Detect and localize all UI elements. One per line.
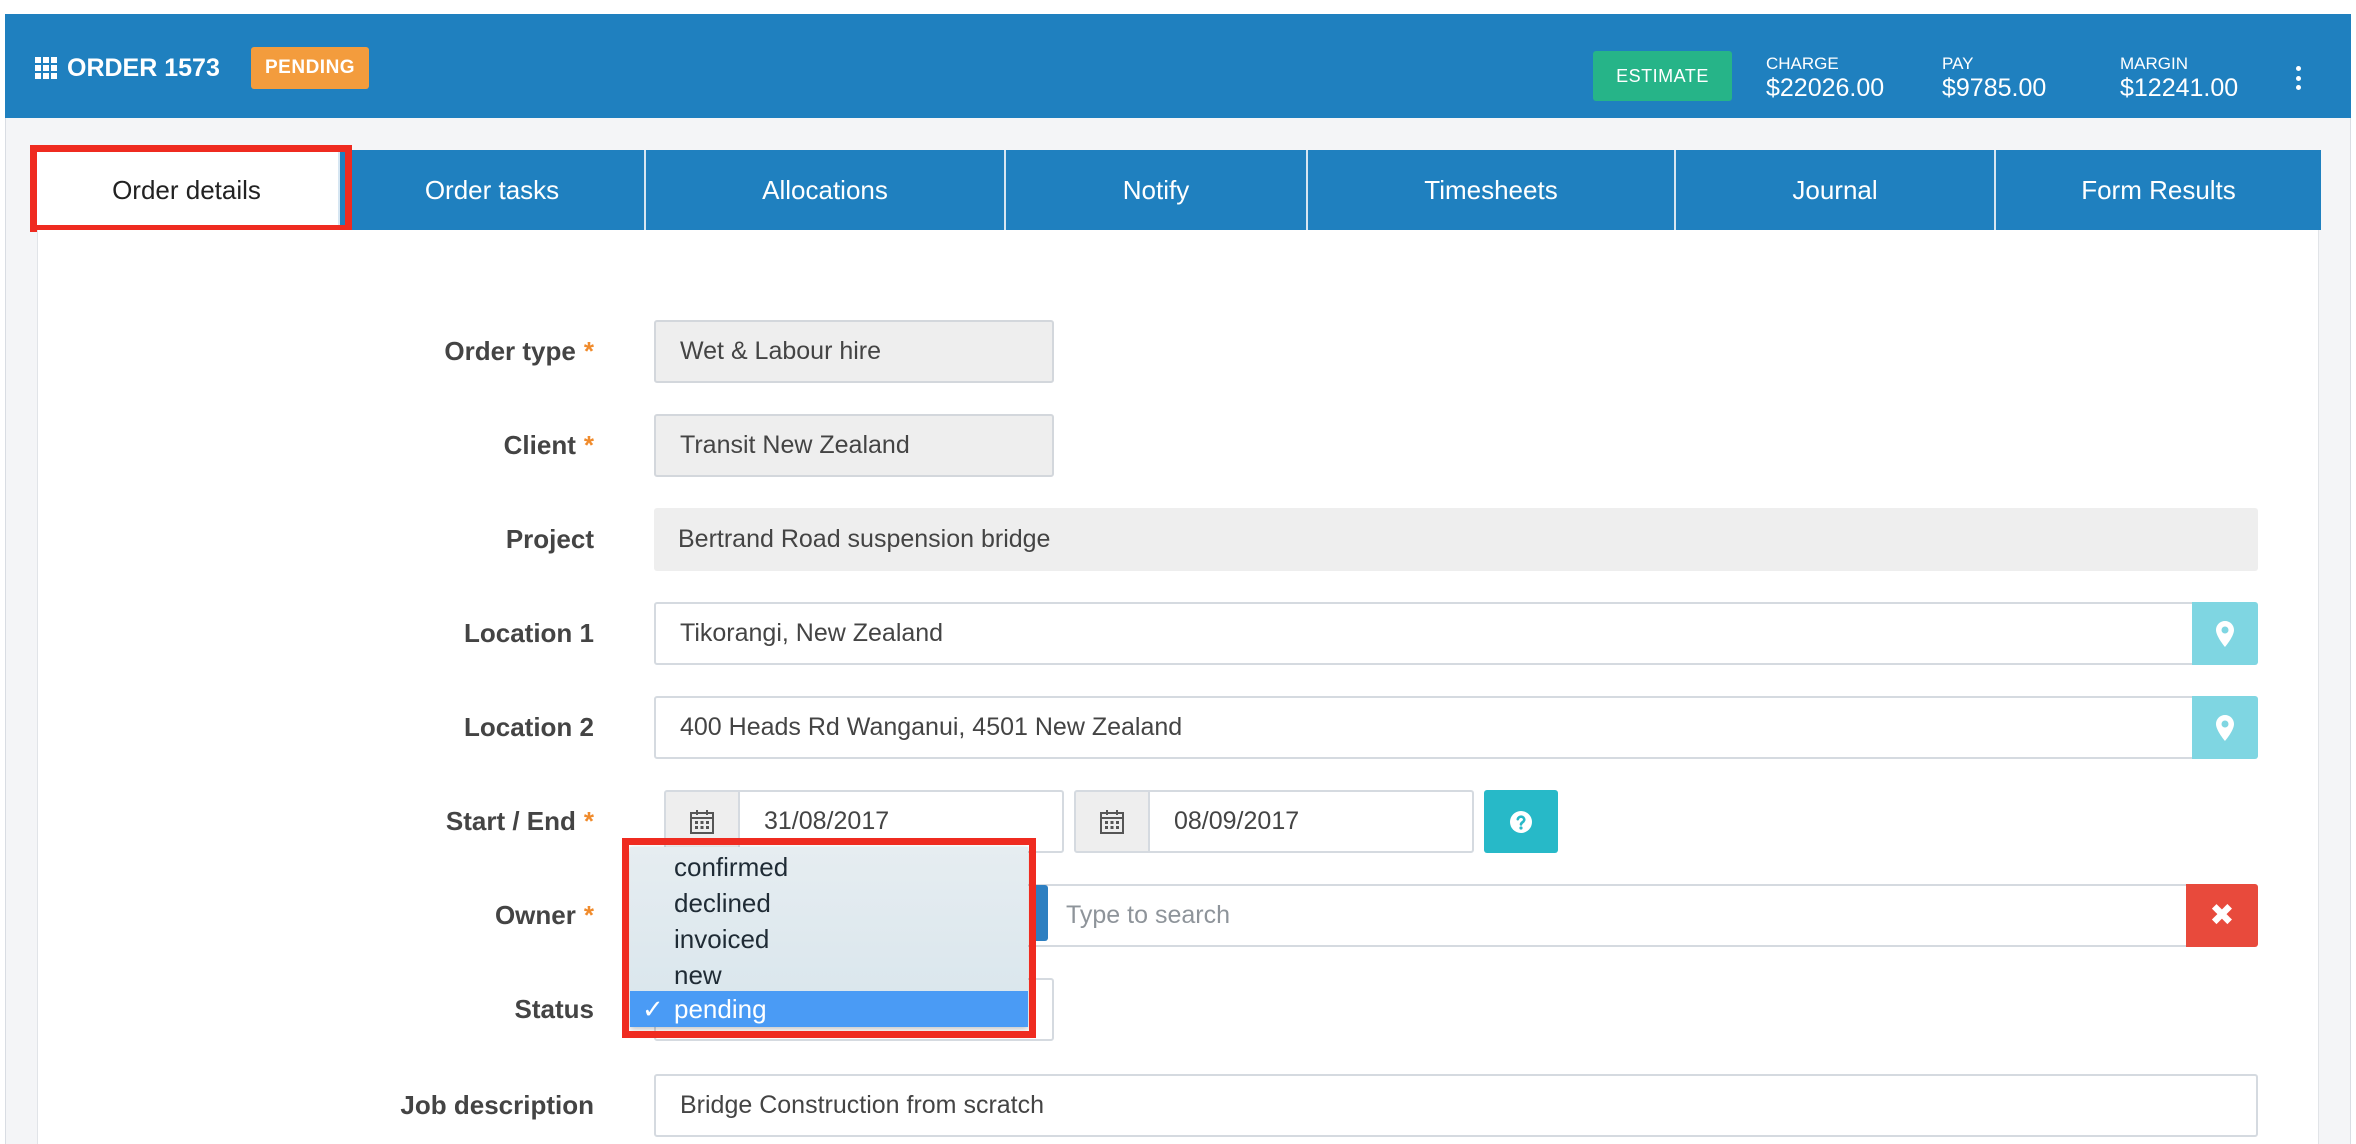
calendar-icon xyxy=(1100,809,1124,834)
owner-clear-button[interactable]: ✖ xyxy=(2186,884,2258,947)
status-option-pending[interactable]: ✓ pending xyxy=(630,991,1028,1027)
calendar-icon xyxy=(690,809,714,834)
order-details-panel xyxy=(37,230,2319,1144)
order-number: ORDER 1573 xyxy=(67,53,220,82)
owner-label: Owner * xyxy=(494,900,594,930)
map-marker-button-2[interactable] xyxy=(2192,696,2258,759)
order-header: ORDER 1573 PENDING ESTIMATE CHARGE $2202… xyxy=(5,14,2351,118)
kebab-menu-icon[interactable] xyxy=(2293,66,2303,90)
margin-summary: MARGIN $12241.00 xyxy=(2120,54,2238,102)
grid-icon[interactable] xyxy=(35,57,57,79)
checkmark-icon: ✓ xyxy=(642,993,664,1024)
job-description-input[interactable]: Bridge Construction from scratch xyxy=(654,1074,2258,1137)
tab-order-tasks[interactable]: Order tasks xyxy=(340,150,646,230)
end-date-calendar-button[interactable] xyxy=(1074,790,1150,853)
location2-label: Location 2 xyxy=(463,712,594,742)
map-marker-icon xyxy=(2216,714,2234,741)
status-option-declined[interactable]: declined xyxy=(630,885,1028,921)
pay-value: $9785.00 xyxy=(1942,74,2047,102)
owner-chip[interactable] xyxy=(1030,885,1048,941)
start-end-label: Start / End * xyxy=(445,806,594,836)
job-description-label: Job description xyxy=(400,1090,594,1120)
tab-notify[interactable]: Notify xyxy=(1006,150,1308,230)
charge-value: $22026.00 xyxy=(1766,74,1885,102)
status-dropdown-list: confirmed declined invoiced new ✓ pendin… xyxy=(630,847,1028,1027)
location1-input[interactable]: Tikorangi, New Zealand xyxy=(654,602,2194,665)
status-option-invoiced[interactable]: invoiced xyxy=(630,921,1028,957)
margin-value: $12241.00 xyxy=(2120,74,2239,102)
order-title: ORDER 1573 xyxy=(35,52,220,84)
map-marker-icon xyxy=(2216,620,2234,647)
end-date-input[interactable]: 08/09/2017 xyxy=(1148,790,1474,853)
charge-label: CHARGE xyxy=(1766,54,1839,73)
tab-journal[interactable]: Journal xyxy=(1676,150,1996,230)
project-label: Project xyxy=(505,524,594,554)
date-help-button[interactable] xyxy=(1484,790,1558,853)
start-date-calendar-button[interactable] xyxy=(664,790,740,853)
status-badge: PENDING xyxy=(251,47,370,89)
status-option-pending-label: pending xyxy=(674,993,767,1024)
project-field[interactable]: Bertrand Road suspension bridge xyxy=(654,508,2258,571)
close-icon: ✖ xyxy=(2209,899,2235,932)
owner-search-input[interactable]: Type to search xyxy=(1066,901,1230,930)
order-type-field[interactable]: Wet & Labour hire xyxy=(654,320,1054,383)
margin-label: MARGIN xyxy=(2120,54,2188,73)
estimate-button[interactable]: ESTIMATE xyxy=(1593,51,1732,101)
charge-summary: CHARGE $22026.00 xyxy=(1766,54,1884,102)
status-option-new[interactable]: new xyxy=(630,957,1028,993)
question-circle-icon xyxy=(1510,810,1532,833)
tab-order-details[interactable]: Order details xyxy=(35,150,340,230)
map-marker-button-1[interactable] xyxy=(2192,602,2258,665)
tab-timesheets[interactable]: Timesheets xyxy=(1308,150,1676,230)
location2-input[interactable]: 400 Heads Rd Wanganui, 4501 New Zealand xyxy=(654,696,2194,759)
status-option-confirmed[interactable]: confirmed xyxy=(630,849,1028,885)
tab-allocations[interactable]: Allocations xyxy=(646,150,1006,230)
pay-label: PAY xyxy=(1942,54,1974,73)
tab-bar: Order details Order tasks Allocations No… xyxy=(35,150,2321,230)
order-type-label: Order type * xyxy=(444,336,594,366)
client-label: Client * xyxy=(503,430,594,460)
status-label: Status xyxy=(514,994,594,1024)
client-field[interactable]: Transit New Zealand xyxy=(654,414,1054,477)
tab-form-results[interactable]: Form Results xyxy=(1996,150,2321,230)
start-date-input[interactable]: 31/08/2017 xyxy=(738,790,1064,853)
pay-summary: PAY $9785.00 xyxy=(1942,54,2046,102)
location1-label: Location 1 xyxy=(463,618,594,648)
